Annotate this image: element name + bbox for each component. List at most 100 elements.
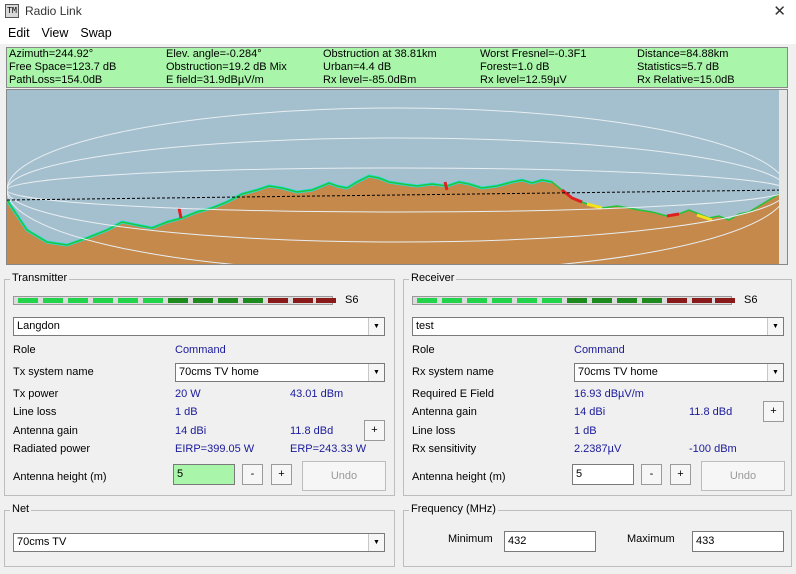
rx-loss-label: Line loss (412, 425, 456, 437)
tx-power-label: Tx power (13, 388, 59, 400)
tx-height-label: Antenna height (m) (13, 471, 107, 483)
info-rx-level-uv: Rx level=12.59µV (480, 74, 567, 86)
info-free-space: Free Space=123.7 dB (9, 61, 117, 73)
rx-height-input[interactable]: 5 (572, 464, 634, 485)
terrain-profile[interactable] (6, 89, 788, 265)
tx-signal-seg (193, 298, 213, 303)
tx-height-minus-button[interactable]: - (242, 464, 263, 485)
freq-min-value: 432 (508, 535, 527, 547)
rx-height-minus-button[interactable]: - (641, 464, 662, 485)
info-pathloss: PathLoss=154.0dB (9, 74, 103, 86)
menu-swap[interactable]: Swap (74, 26, 117, 40)
tx-height-input[interactable]: 5 (173, 464, 235, 485)
rx-signal-seg (442, 298, 462, 303)
rx-loss-value: 1 dB (574, 425, 597, 437)
tx-radiated-label: Radiated power (13, 443, 91, 455)
info-rx-level-dbm: Rx level=-85.0dBm (323, 74, 417, 86)
chevron-down-icon[interactable]: ▼ (767, 364, 783, 381)
rx-height-plus-button[interactable]: + (670, 464, 691, 485)
menu-bar: Edit View Swap (0, 22, 796, 44)
tx-eirp: EIRP=399.05 W (175, 443, 255, 455)
tx-site-select[interactable]: Langdon ▼ (13, 317, 385, 336)
chevron-down-icon[interactable]: ▼ (368, 318, 384, 335)
net-title: Net (10, 503, 32, 515)
profile-scrollbar[interactable] (779, 90, 787, 264)
rx-system-value: 70cms TV home (578, 366, 658, 378)
rx-site-value: test (416, 320, 434, 332)
rx-gain-dbd: 11.8 dBd (689, 406, 733, 418)
tx-loss-value: 1 dB (175, 406, 198, 418)
tx-signal-seg (118, 298, 138, 303)
freq-max-label: Maximum (627, 533, 675, 545)
rx-signal-seg (542, 298, 562, 303)
tx-height-plus-button[interactable]: + (271, 464, 292, 485)
info-azimuth: Azimuth=244.92° (9, 48, 94, 60)
tx-signal-seg (243, 298, 263, 303)
tx-signal-seg (93, 298, 113, 303)
tx-undo-button[interactable]: Undo (302, 461, 386, 491)
rx-signal-seg (642, 298, 662, 303)
menu-view[interactable]: View (36, 26, 75, 40)
rx-sens-label: Rx sensitivity (412, 443, 477, 455)
receiver-group: Receiver S6 test ▼ Role Command Rx syste… (403, 272, 792, 496)
menu-edit[interactable]: Edit (2, 26, 36, 40)
transmitter-title: Transmitter (10, 272, 70, 284)
tx-power-dbm: 43.01 dBm (290, 388, 344, 400)
rx-signal-seg (492, 298, 512, 303)
rx-height-label: Antenna height (m) (412, 471, 506, 483)
chevron-down-icon[interactable]: ▼ (368, 534, 384, 551)
tx-signal-seg (293, 298, 313, 303)
tx-system-label: Tx system name (13, 366, 94, 378)
tx-site-value: Langdon (17, 320, 60, 332)
tx-s-value: S6 (345, 294, 359, 306)
rx-s-value: S6 (744, 294, 758, 306)
info-distance: Distance=84.88km (637, 48, 729, 60)
rx-signal-seg (692, 298, 712, 303)
tx-gain-label: Antenna gain (13, 425, 78, 437)
info-obstruction: Obstruction=19.2 dB Mix (166, 61, 287, 73)
tx-signal-seg (316, 298, 336, 303)
app-icon: TM (5, 4, 19, 18)
tx-loss-label: Line loss (13, 406, 57, 418)
tx-system-select[interactable]: 70cms TV home ▼ (175, 363, 385, 382)
rx-efield-label: Required E Field (412, 388, 494, 400)
rx-height-value: 5 (576, 468, 583, 480)
tx-gain-dbi: 14 dBi (175, 425, 207, 437)
terrain-profile-canvas (7, 90, 787, 264)
rx-undo-button[interactable]: Undo (701, 461, 785, 491)
freq-max-input[interactable]: 433 (692, 531, 784, 552)
rx-signal-meter (412, 296, 735, 305)
net-value: 70cms TV (17, 536, 67, 548)
window-title: Radio Link (25, 4, 82, 18)
tx-signal-seg (218, 298, 238, 303)
info-urban: Urban=4.4 dB (323, 61, 392, 73)
freq-min-input[interactable]: 432 (504, 531, 596, 552)
tx-role-label: Role (13, 344, 36, 356)
net-select[interactable]: 70cms TV ▼ (13, 533, 385, 552)
tx-signal-meter (13, 296, 336, 305)
tx-signal-seg (268, 298, 288, 303)
info-rx-relative: Rx Relative=15.0dB (637, 74, 735, 86)
chevron-down-icon[interactable]: ▼ (767, 318, 783, 335)
rx-signal-seg (617, 298, 637, 303)
info-forest: Forest=1.0 dB (480, 61, 550, 73)
info-worst-fresnel: Worst Fresnel=-0.3F1 (480, 48, 587, 60)
tx-gain-plus-button[interactable]: + (364, 420, 385, 441)
frequency-group: Frequency (MHz) Minimum 432 Maximum 433 (403, 503, 792, 567)
rx-signal-seg (567, 298, 587, 303)
rx-system-select[interactable]: 70cms TV home ▼ (574, 363, 784, 382)
title-bar: TM Radio Link ✕ (0, 0, 796, 22)
frequency-title: Frequency (MHz) (409, 503, 498, 515)
tx-power-w: 20 W (175, 388, 201, 400)
tx-signal-seg (168, 298, 188, 303)
rx-role-label: Role (412, 344, 435, 356)
rx-gain-plus-button[interactable]: + (763, 401, 784, 422)
transmitter-group: Transmitter S6 Langdon ▼ Role Command Tx… (4, 272, 395, 496)
freq-max-value: 433 (696, 535, 715, 547)
rx-site-select[interactable]: test ▼ (412, 317, 784, 336)
chevron-down-icon[interactable]: ▼ (368, 364, 384, 381)
rx-system-label: Rx system name (412, 366, 494, 378)
info-obstruction-at: Obstruction at 38.81km (323, 48, 437, 60)
close-icon[interactable]: ✕ (773, 2, 786, 20)
info-efield: E field=31.9dBµV/m (166, 74, 264, 86)
